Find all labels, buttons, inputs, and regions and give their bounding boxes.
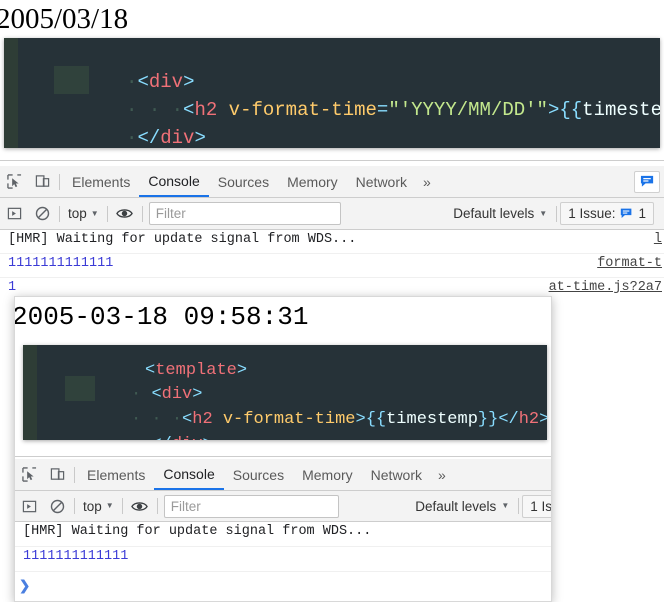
console-filterbar-back: top ▼ Filter Default levels ▼ 1 Issue: 1 bbox=[0, 198, 664, 230]
filterbar-divider-3 bbox=[156, 498, 158, 514]
chevron-down-icon: ▼ bbox=[105, 501, 114, 510]
tab-network[interactable]: Network bbox=[362, 459, 431, 490]
browser-window-front: 2005-03-18 09:58:31 <template> · <div> ·… bbox=[14, 296, 552, 602]
issues-chip[interactable]: 1 Issue: 1 bbox=[560, 202, 654, 225]
console-message-row[interactable]: [HMR] Waiting for update signal from WDS… bbox=[15, 522, 551, 547]
tab-elements[interactable]: Elements bbox=[78, 459, 154, 490]
filterbar-divider bbox=[74, 498, 75, 514]
tab-elements[interactable]: Elements bbox=[63, 166, 139, 197]
console-message-row[interactable]: [HMR] Waiting for update signal from WDS… bbox=[0, 230, 664, 254]
tab-memory[interactable]: Memory bbox=[293, 459, 362, 490]
console-message-text: 1111111111111 bbox=[8, 256, 114, 271]
page-heading-formatted-date: 2005/03/18 bbox=[0, 3, 129, 35]
device-toolbar-icon[interactable] bbox=[43, 459, 71, 490]
inspect-element-icon[interactable] bbox=[0, 166, 28, 197]
console-sidebar-icon[interactable] bbox=[0, 198, 28, 229]
console-messages-front: [HMR] Waiting for update signal from WDS… bbox=[15, 522, 551, 601]
code-line-clipped: </template> bbox=[12, 124, 251, 148]
filterbar-divider-4 bbox=[518, 498, 520, 514]
device-toolbar-icon[interactable] bbox=[28, 166, 56, 197]
console-message-source-clipped[interactable]: at-time.js?2a7 bbox=[549, 280, 664, 295]
live-expression-eye-icon[interactable] bbox=[126, 491, 154, 521]
prompt-caret-icon: ❯ bbox=[19, 578, 31, 593]
filterbar-divider-2 bbox=[106, 205, 108, 222]
log-levels-label: Default levels bbox=[453, 206, 535, 221]
execution-context-select[interactable]: top ▼ bbox=[78, 499, 119, 514]
filter-input[interactable]: Filter bbox=[148, 202, 341, 225]
log-levels-label: Default levels bbox=[415, 498, 497, 514]
console-message-source[interactable]: format-t bbox=[597, 256, 664, 271]
console-message-text: [HMR] Waiting for update signal from WDS… bbox=[8, 232, 357, 247]
rendered-page-front: 2005-03-18 09:58:31 <template> · <div> ·… bbox=[15, 297, 551, 456]
page-heading-raw-date: 2005-03-18 09:58:31 bbox=[15, 302, 309, 332]
filterbar-divider-4 bbox=[556, 205, 558, 222]
clear-console-icon[interactable] bbox=[43, 491, 71, 521]
console-message-source[interactable]: l bbox=[654, 232, 664, 247]
issues-chip-label: 1 Issue: bbox=[568, 206, 616, 221]
console-prompt[interactable]: ❯ bbox=[15, 572, 551, 600]
console-message-text: [HMR] Waiting for update signal from WDS… bbox=[23, 524, 372, 539]
issues-message-icon[interactable] bbox=[634, 170, 660, 193]
filterbar-divider-2 bbox=[121, 498, 123, 514]
log-levels-select[interactable]: Default levels ▼ bbox=[409, 499, 515, 514]
filterbar-divider-3 bbox=[141, 205, 143, 222]
issues-chip-count: 1 bbox=[638, 206, 646, 221]
filter-placeholder: Filter bbox=[170, 498, 201, 514]
console-message-row[interactable]: 1111111111111 bbox=[15, 547, 551, 572]
tab-network[interactable]: Network bbox=[347, 166, 416, 197]
issues-chip-clipped[interactable]: 1 Is bbox=[522, 494, 551, 518]
tab-sources[interactable]: Sources bbox=[209, 166, 278, 197]
execution-context-select[interactable]: top ▼ bbox=[63, 206, 104, 221]
devtools-tabbar-back: Elements Console Sources Memory Network … bbox=[0, 166, 664, 198]
devtools-tabbar-front: Elements Console Sources Memory Network … bbox=[15, 459, 551, 491]
tab-console[interactable]: Console bbox=[139, 166, 209, 197]
execution-context-label: top bbox=[83, 498, 102, 514]
tab-memory[interactable]: Memory bbox=[278, 166, 347, 197]
issue-message-icon bbox=[620, 207, 633, 220]
filter-input[interactable]: Filter bbox=[163, 494, 339, 518]
execution-context-label: top bbox=[68, 206, 87, 221]
chevron-down-icon: ▼ bbox=[501, 501, 510, 510]
tab-sources[interactable]: Sources bbox=[224, 459, 293, 490]
more-tabs-icon[interactable]: » bbox=[431, 459, 453, 490]
inspect-element-icon[interactable] bbox=[15, 459, 43, 490]
console-message-row[interactable]: 1111111111111 format-t bbox=[0, 254, 664, 278]
filterbar-divider bbox=[59, 205, 60, 222]
console-message-text: 1 bbox=[8, 280, 17, 295]
issues-chip-label: 1 Is bbox=[530, 498, 551, 514]
toolbar-divider bbox=[74, 466, 75, 483]
filter-placeholder: Filter bbox=[155, 206, 186, 221]
devtools-panel-front: Elements Console Sources Memory Network … bbox=[15, 456, 551, 601]
chevron-down-icon: ▼ bbox=[90, 208, 99, 218]
console-message-text: 1111111111111 bbox=[23, 549, 129, 564]
console-filterbar-front: top ▼ Filter Default levels ▼ 1 Is bbox=[15, 491, 551, 522]
toolbar-divider bbox=[59, 173, 60, 190]
live-expression-eye-icon[interactable] bbox=[111, 198, 139, 229]
code-block-front: <template> · <div> · · ·<h2 v-format-tim… bbox=[23, 345, 547, 440]
tab-console[interactable]: Console bbox=[154, 459, 224, 490]
screenshot-root: 2005/03/18 ·<div> · · ·<h2 v-format-time… bbox=[0, 0, 664, 602]
log-levels-select[interactable]: Default levels ▼ bbox=[447, 206, 553, 221]
chevron-down-icon: ▼ bbox=[539, 208, 548, 218]
rendered-page-back: 2005/03/18 ·<div> · · ·<h2 v-format-time… bbox=[0, 0, 664, 160]
more-tabs-icon[interactable]: » bbox=[416, 166, 438, 197]
console-sidebar-icon[interactable] bbox=[15, 491, 43, 521]
clear-console-icon[interactable] bbox=[28, 198, 56, 229]
code-block-back: ·<div> · · ·<h2 v-format-time="'YYYY/MM/… bbox=[4, 38, 660, 148]
code-line: · </div> bbox=[29, 407, 213, 440]
